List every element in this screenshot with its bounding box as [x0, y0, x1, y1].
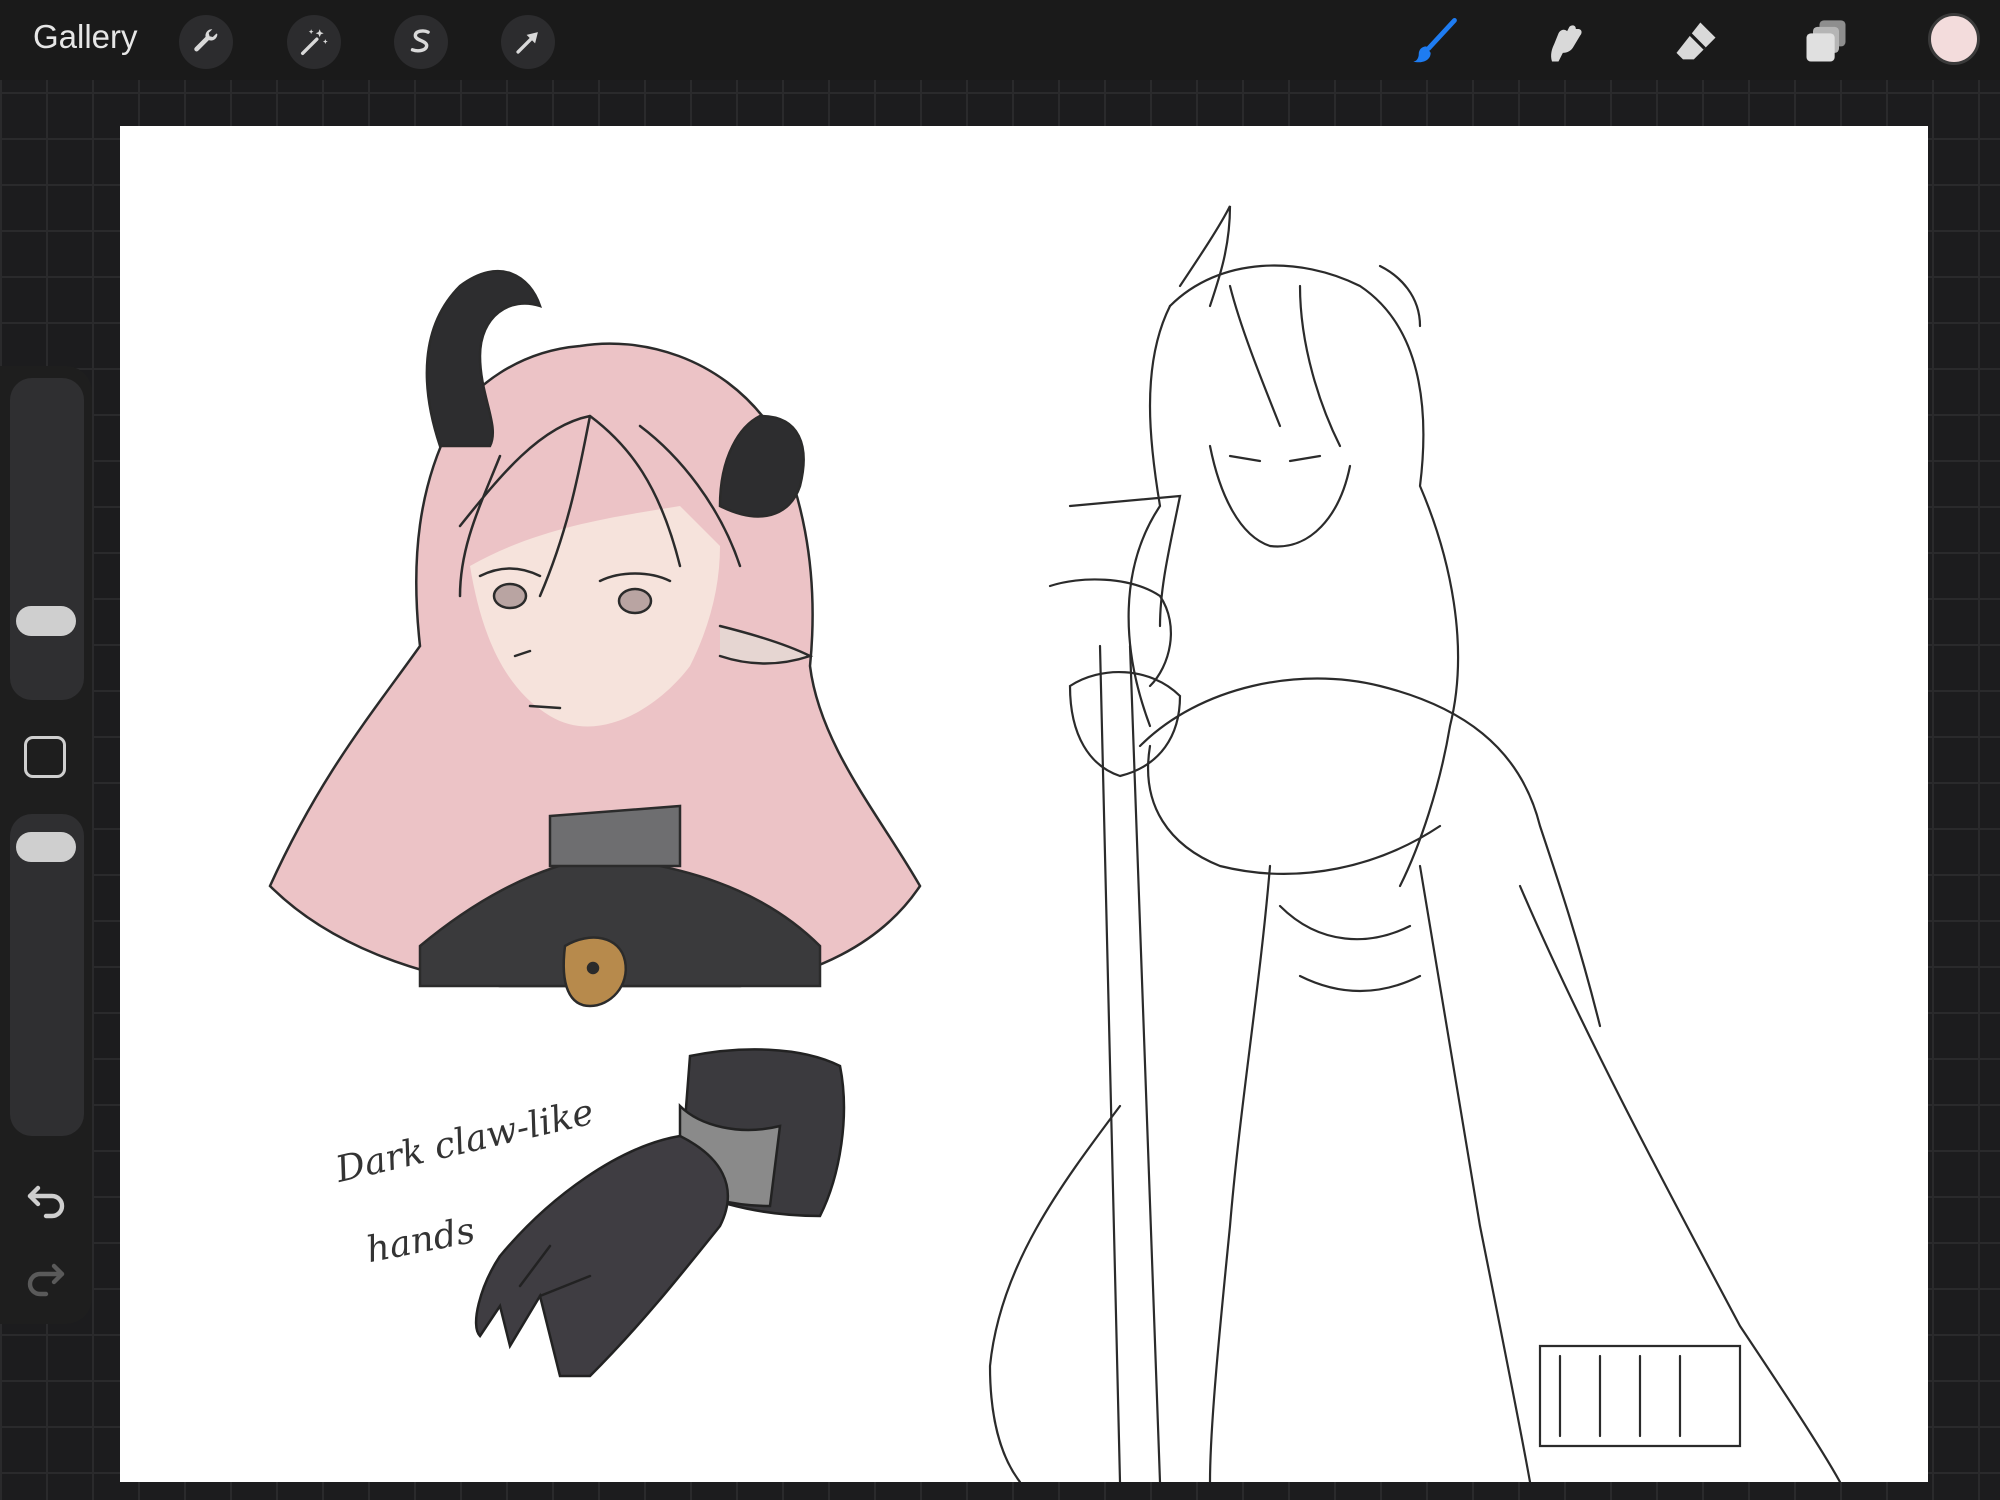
undo-icon[interactable]: [22, 1174, 70, 1222]
eraser-tool-button[interactable]: [1666, 12, 1726, 72]
wrench-icon: [194, 29, 218, 52]
smudge-tool-button[interactable]: [1535, 12, 1595, 72]
arrow-cursor-icon: [516, 32, 538, 54]
gallery-button[interactable]: Gallery: [33, 18, 138, 56]
drawing-canvas[interactable]: Dark claw-like hands: [120, 126, 1928, 1482]
brush-size-handle[interactable]: [16, 606, 76, 636]
character-head-colored-sketch: [268, 269, 922, 1008]
actions-button[interactable]: [179, 15, 233, 69]
color-swatch-button[interactable]: [1928, 13, 1980, 65]
brush-icon: [1413, 17, 1457, 63]
brush-tool-button[interactable]: [1405, 12, 1465, 72]
layers-icon: [1806, 20, 1846, 62]
left-sidebar: [0, 366, 92, 1324]
adjustments-button[interactable]: [287, 15, 341, 69]
selection-s-icon: [410, 29, 430, 53]
full-body-line-sketch: [988, 205, 1842, 1482]
eraser-icon: [1676, 22, 1716, 60]
smudge-finger-icon: [1551, 25, 1582, 62]
layers-button[interactable]: [1796, 12, 1856, 72]
claw-hand-sketch: [474, 1048, 846, 1378]
modify-button[interactable]: [24, 736, 66, 778]
selection-button[interactable]: [394, 15, 448, 69]
brush-size-slider[interactable]: [10, 378, 84, 700]
opacity-handle[interactable]: [16, 832, 76, 862]
transform-button[interactable]: [501, 15, 555, 69]
top-toolbar: Gallery: [0, 0, 2000, 80]
opacity-slider[interactable]: [10, 814, 84, 1136]
redo-icon[interactable]: [22, 1252, 70, 1300]
magic-wand-icon: [300, 29, 328, 56]
